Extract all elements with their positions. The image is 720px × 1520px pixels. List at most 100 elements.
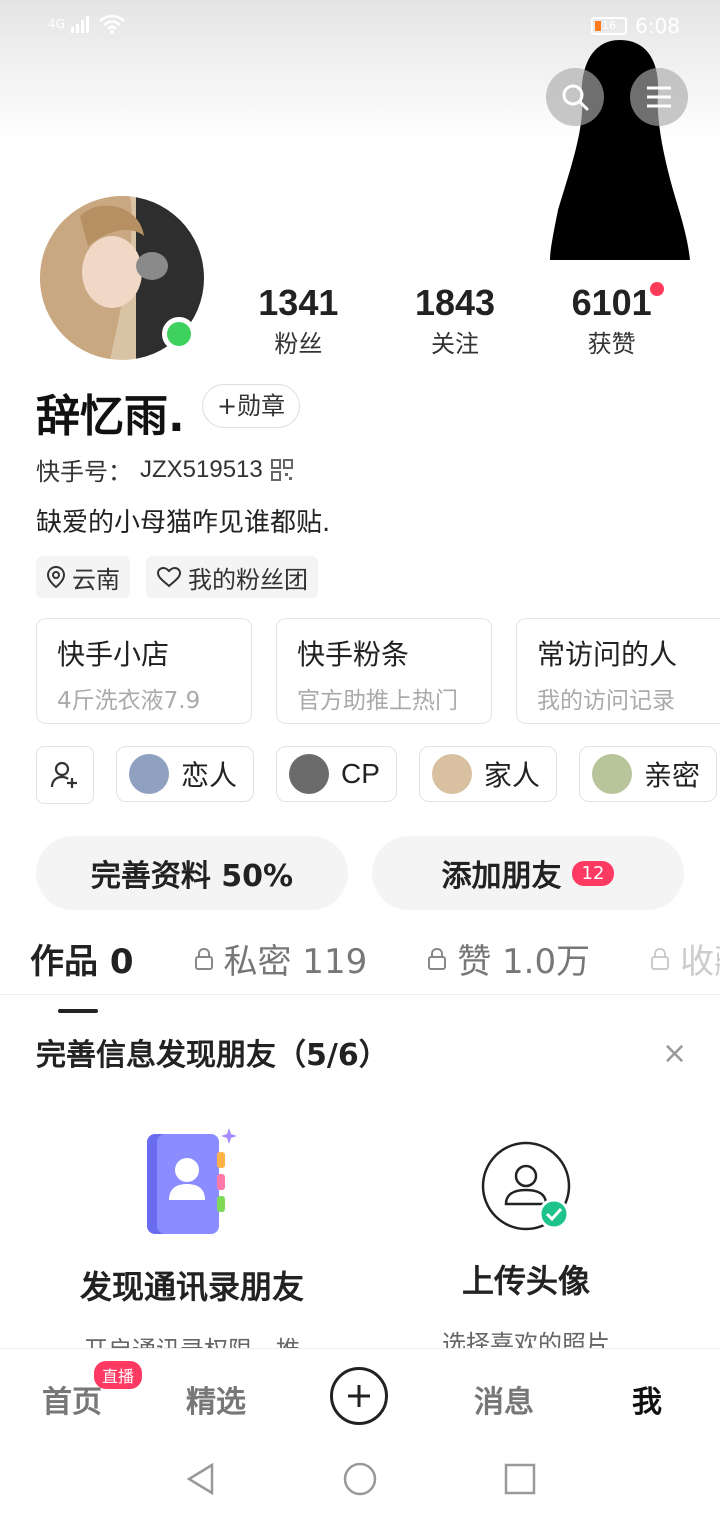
lock-icon (651, 947, 670, 970)
qr-code-icon[interactable] (270, 458, 293, 481)
tab-favorites[interactable]: 收藏 (650, 934, 720, 983)
card-title: 快手粉条 (297, 638, 410, 671)
discover-panel-title: 完善信息发现朋友（5/6） (36, 1038, 389, 1073)
notification-dot (649, 282, 664, 296)
system-navigation-bar (0, 1444, 720, 1520)
plus-icon (348, 1385, 370, 1407)
profile-name: 辞忆雨. (36, 391, 185, 442)
heart-icon (156, 566, 182, 588)
add-medal-button[interactable]: +勋章 (202, 384, 301, 428)
profile-tags: 云南 我的粉丝团 (36, 556, 318, 598)
status-right: 16 6:08 (591, 14, 680, 38)
online-status-dot (162, 317, 196, 351)
upload-avatar-item[interactable]: 上传头像 选择喜欢的照片 (376, 1138, 676, 1359)
signal-icon (70, 16, 89, 33)
location-pin-icon (46, 565, 66, 589)
relation-avatar (591, 754, 632, 794)
relation-label: 亲密 (643, 759, 700, 792)
stat-following[interactable]: 1843 关注 (415, 282, 495, 359)
stat-number: 6101 (571, 282, 652, 323)
tab-private[interactable]: 私密 119 (194, 934, 368, 983)
stat-number: 1843 (414, 282, 496, 323)
relation-label: 恋人 (181, 759, 238, 792)
tab-works[interactable]: 作品 0 (30, 934, 134, 1013)
add-friends-badge: 12 (571, 860, 615, 886)
contacts-book-icon (147, 1128, 237, 1234)
upload-avatar-icon (481, 1141, 571, 1231)
live-badge: 直播 (94, 1361, 143, 1389)
tab-label: 私密 119 (223, 942, 368, 982)
relation-chip-family[interactable]: 家人 (418, 746, 557, 802)
clock: 6:08 (635, 14, 680, 38)
card-title: 常访问的人 (537, 638, 678, 671)
nav-messages[interactable]: 消息 (474, 1377, 534, 1421)
top-actions (546, 68, 688, 126)
relation-chip-lover[interactable]: 恋人 (116, 746, 255, 802)
stat-fans[interactable]: 1341 粉丝 (258, 282, 338, 359)
stat-number: 1341 (258, 282, 339, 323)
discover-contacts-item[interactable]: 发现通讯录朋友 开启通讯录权限，推 (42, 1124, 342, 1365)
id-label: 快手号： (36, 458, 132, 486)
relations-row: 恋人 CP 家人 亲密 (36, 746, 717, 804)
stat-label: 粉丝 (274, 330, 323, 358)
card-title: 快手小店 (57, 638, 170, 671)
nav-me[interactable]: 我 (632, 1377, 662, 1421)
card-subtitle: 4斤洗衣液7.9 (57, 688, 201, 714)
stat-likes[interactable]: 6101 获赞 (571, 282, 664, 359)
lock-icon (428, 947, 447, 970)
search-button[interactable] (546, 68, 604, 126)
battery-icon: 16 (591, 17, 628, 35)
lock-icon (194, 947, 213, 970)
kuaishou-id: 快手号： JZX519513 (36, 452, 293, 487)
stats-row: 1341 粉丝 1843 关注 6101 获赞 (220, 282, 690, 359)
nav-home[interactable]: 首页 (42, 1377, 102, 1421)
content-tabs: 作品 0 私密 119 赞 1.0万 收藏 (30, 934, 720, 1013)
service-cards: 快手小店 4斤洗衣液7.9 快手粉条 官方助推上热门 常访问的人 我的访问记录 (36, 618, 720, 724)
fans-club-tag[interactable]: 我的粉丝团 (146, 556, 318, 598)
relation-chip-cp[interactable]: CP (276, 746, 397, 802)
bottom-nav: 首页 直播 精选 消息 我 (0, 1348, 720, 1444)
bio: 缺爱的小母猫咋见谁都贴. (36, 508, 331, 538)
relation-avatar (431, 754, 472, 794)
stat-label: 获赞 (587, 330, 636, 358)
relation-label: 家人 (483, 759, 540, 792)
menu-icon (647, 86, 671, 108)
stat-label: 关注 (430, 330, 479, 358)
discover-item-title: 发现通讯录朋友 (79, 1268, 304, 1306)
location-text: 云南 (72, 565, 120, 594)
add-friends-button[interactable]: 添加朋友 12 (372, 836, 684, 910)
wifi-icon (99, 14, 125, 34)
discover-item-title: 上传头像 (461, 1262, 590, 1300)
close-icon[interactable]: × (662, 1036, 687, 1071)
tab-likes[interactable]: 赞 1.0万 (427, 934, 590, 983)
card-kuaishou-shop[interactable]: 快手小店 4斤洗衣液7.9 (36, 618, 252, 724)
id-value: JZX519513 (140, 455, 263, 483)
relation-label: CP (341, 758, 380, 789)
card-frequent-visitors[interactable]: 常访问的人 我的访问记录 (516, 618, 720, 724)
card-kuaishou-fentiao[interactable]: 快手粉条 官方助推上热门 (276, 618, 492, 724)
home-circle-icon[interactable] (343, 1462, 377, 1496)
location-tag[interactable]: 云南 (36, 556, 130, 598)
menu-button[interactable] (630, 68, 688, 126)
status-left: 4G (48, 14, 125, 34)
back-icon[interactable] (184, 1462, 218, 1496)
signal-text: 4G (48, 17, 65, 31)
tab-label: 作品 0 (30, 942, 134, 982)
add-user-icon (50, 761, 77, 788)
recents-square-icon[interactable] (503, 1462, 537, 1496)
tab-label: 赞 1.0万 (457, 942, 591, 982)
card-subtitle: 官方助推上热门 (297, 688, 458, 714)
relation-chip-close[interactable]: 亲密 (578, 746, 717, 802)
add-relation-button[interactable] (36, 746, 94, 804)
nav-featured[interactable]: 精选 (186, 1377, 246, 1421)
add-friends-label: 添加朋友 (441, 859, 562, 894)
complete-profile-button[interactable]: 完善资料 50% (36, 836, 348, 910)
complete-profile-label: 完善资料 50% (90, 859, 294, 894)
action-buttons: 完善资料 50% 添加朋友 12 (36, 836, 684, 910)
relation-avatar (289, 754, 330, 794)
create-button[interactable] (330, 1367, 388, 1425)
tab-label: 收藏 (680, 942, 720, 982)
relation-avatar (129, 754, 169, 794)
battery-level: 16 (602, 19, 617, 32)
search-icon (562, 84, 589, 111)
